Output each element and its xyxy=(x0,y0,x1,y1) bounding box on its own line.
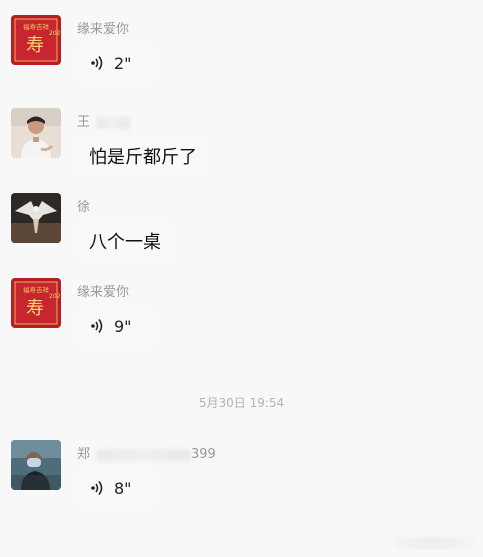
svg-text:2021: 2021 xyxy=(49,293,61,300)
voice-duration: 8" xyxy=(114,478,132,498)
avatar[interactable] xyxy=(11,440,61,490)
svg-text:寿: 寿 xyxy=(26,35,44,56)
voice-wave-icon xyxy=(91,481,103,495)
voice-message-bubble[interactable]: 9" xyxy=(77,306,155,346)
avatar[interactable] xyxy=(11,193,61,243)
sender-name: 缘来爱你 xyxy=(77,22,130,37)
message-text: 八个一桌 xyxy=(89,232,161,253)
svg-text:福寿吉祥: 福寿吉祥 xyxy=(23,22,50,31)
text-message-bubble[interactable]: 八个一桌 xyxy=(77,221,173,261)
voice-wave-icon xyxy=(91,319,103,333)
message-text: 怕是斤都斤了 xyxy=(89,147,197,168)
chat-window: 福寿吉祥 寿 2021 缘来爱你 2" xyxy=(0,0,483,557)
voice-duration: 2" xyxy=(114,53,132,73)
timestamp-separator: 5月30日 19:54 xyxy=(198,396,285,410)
watermark xyxy=(394,537,474,549)
text-message-bubble[interactable]: 怕是斤都斤了 xyxy=(77,136,209,176)
sender-name: 王 xyxy=(77,111,131,130)
voice-message-bubble[interactable]: 2" xyxy=(77,43,155,83)
voice-wave-icon xyxy=(91,56,103,70)
svg-text:福寿吉祥: 福寿吉祥 xyxy=(23,285,50,294)
sender-name: 郑 399 xyxy=(77,447,216,462)
svg-text:寿: 寿 xyxy=(26,298,44,319)
avatar[interactable]: 福寿吉祥 寿 2021 xyxy=(11,278,61,328)
svg-text:2021: 2021 xyxy=(49,30,61,37)
sender-name: 缘来爱你 xyxy=(77,285,130,300)
sender-name: 徐 xyxy=(77,200,91,215)
avatar[interactable] xyxy=(11,108,61,158)
avatar[interactable]: 福寿吉祥 寿 2021 xyxy=(11,15,61,65)
voice-duration: 9" xyxy=(114,316,132,336)
redacted-name xyxy=(96,116,131,129)
redacted-name xyxy=(96,448,192,461)
voice-message-bubble[interactable]: 8" xyxy=(77,468,155,508)
